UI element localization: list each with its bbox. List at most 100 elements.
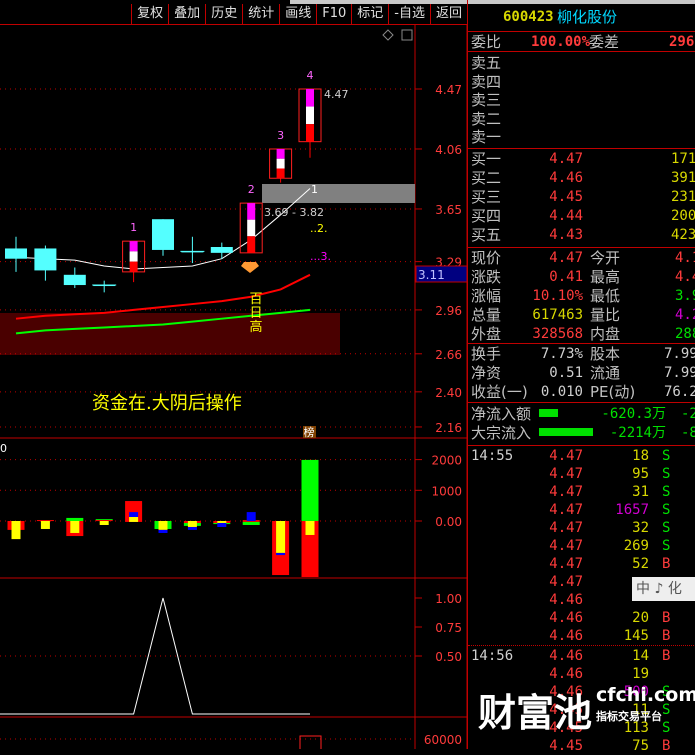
bid-price: 4.44	[549, 208, 583, 224]
mark-3: ...3.	[310, 250, 331, 263]
bid-volume: 423	[671, 227, 695, 243]
toolbar-button-4[interactable]: 画线	[279, 4, 316, 24]
flow-bar-segment	[187, 526, 197, 530]
tick-volume: 95	[632, 466, 649, 482]
flow-bar-segment	[158, 521, 168, 530]
candle[interactable]	[298, 88, 322, 158]
flow-bar-segment	[129, 512, 139, 518]
fund-label-2: PE(动)	[590, 383, 636, 401]
tick-volume: 145	[623, 628, 649, 644]
flow-bar	[183, 521, 201, 530]
bid-volume: 1710	[671, 151, 695, 167]
tick-volume: 14	[632, 648, 649, 664]
fund-label-2: 股本	[590, 345, 621, 363]
fund-value: 0.51	[549, 365, 583, 381]
flow-percent: -2%	[681, 406, 695, 422]
toolbar-button-6[interactable]: 标记	[351, 4, 388, 24]
candle[interactable]	[5, 236, 27, 272]
bid-price: 4.47	[549, 151, 583, 167]
watermark-slogan: 指标交易平台	[596, 710, 662, 723]
candle[interactable]	[34, 245, 57, 281]
headline-text: 资金在.大阴后操作	[92, 393, 242, 414]
weicha-label: 委差	[589, 33, 620, 51]
stat-value: 328568	[532, 326, 583, 342]
flow-bar	[272, 521, 290, 576]
candle[interactable]	[239, 202, 263, 254]
candle[interactable]	[92, 280, 117, 293]
flow-bar-segment	[217, 522, 227, 527]
stat-label: 涨幅	[471, 287, 502, 305]
bid-row: 买一 4.47 1710	[471, 150, 695, 168]
fund-row: 换手 7.73% 股本 7.99亿	[471, 345, 695, 363]
bid-row: 买二 4.46 391	[471, 169, 695, 187]
bid-price: 4.45	[549, 189, 583, 205]
stat-value: 4.47	[549, 250, 583, 266]
flow-bar	[301, 459, 319, 578]
toolbar-button-3[interactable]: 统计	[242, 4, 279, 24]
ask-label: 卖一	[471, 128, 502, 146]
quote-panel: 600423 柳化股份 委比 100.00% 委差 2961 卖五卖四卖三卖二卖…	[467, 0, 695, 754]
weibi-label: 委比	[471, 33, 502, 51]
mark-1: 1	[311, 183, 318, 196]
flow-bar-segment	[217, 521, 227, 523]
tick-price: 4.47	[549, 538, 583, 554]
bid-label: 买四	[471, 207, 502, 225]
tick-row: 4.46 19	[471, 665, 695, 683]
ime-toolbar[interactable]: 中 ♪ 化	[632, 577, 695, 601]
tick-volume: 19	[632, 666, 649, 682]
stat-value-2: 4.10	[675, 250, 695, 266]
toolbar-button-5[interactable]: F10	[316, 4, 351, 24]
fund-label: 净资	[471, 364, 502, 382]
tick-row: 4.47 52 B	[471, 555, 695, 573]
flow-value: -620.3万	[601, 406, 666, 422]
toolbar-button-7[interactable]: -自选	[388, 4, 430, 24]
tick-price: 4.47	[549, 466, 583, 482]
stat-row: 总量 617463 量比 4.24	[471, 306, 695, 324]
bid-row: 买五 4.43 423	[471, 226, 695, 244]
tick-volume: 52	[632, 556, 649, 572]
ask-row: 卖一	[471, 128, 695, 146]
fund-row: 净资 0.51 流通 7.99亿	[471, 364, 695, 382]
fund-value: 0.010	[540, 384, 583, 400]
fund-value: 7.73%	[540, 346, 583, 362]
panel-toggle-icon[interactable]	[401, 29, 413, 41]
toolbar-button-0[interactable]: 复权	[131, 4, 168, 24]
tick-price: 4.47	[549, 502, 583, 518]
flow-bar	[539, 409, 558, 417]
price-axis-label: 4.06	[435, 143, 462, 157]
weibi-value: 100.00%	[531, 34, 591, 50]
stat-label: 现价	[471, 249, 502, 267]
tick-volume: 20	[632, 610, 649, 626]
tick-row: 4.46 145 B	[471, 627, 695, 645]
wave-label: 4	[307, 69, 314, 82]
flow-bar-segment	[70, 521, 80, 533]
stat-row: 涨幅 10.10% 最低 3.99	[471, 287, 695, 305]
price-axis-label: 2.40	[435, 386, 462, 400]
candle[interactable]	[210, 242, 233, 259]
candle[interactable]	[63, 267, 86, 288]
diamond-icon[interactable]	[382, 29, 394, 41]
stat-label-2: 最低	[590, 287, 621, 305]
tick-row: 4.47 31 S	[471, 483, 695, 501]
tick-row: 4.45 75 B	[471, 737, 695, 755]
toolbar: 复权 叠加 历史 统计 画线 F10 标记 -自选 返回	[0, 4, 467, 25]
toolbar-button-2[interactable]: 历史	[205, 4, 242, 24]
candle[interactable]	[152, 219, 174, 256]
flow-bar	[66, 517, 84, 537]
range-label: 3.69 - 3.82	[264, 206, 324, 219]
stat-row: 外盘 328568 内盘 288895	[471, 325, 695, 343]
tick-side: S	[662, 538, 671, 554]
chart-area[interactable]: 4.474.063.653.292.962.662.402.163.111234…	[0, 25, 467, 749]
tick-price: 4.47	[549, 574, 583, 590]
tick-price: 4.47	[549, 556, 583, 572]
minute-separator	[468, 645, 695, 646]
candle[interactable]	[180, 236, 205, 264]
price-axis-label: 2.16	[435, 421, 462, 435]
tick-volume: 18	[632, 448, 649, 464]
stat-label: 外盘	[471, 325, 502, 343]
stat-value-2: 4.47	[675, 269, 695, 285]
toolbar-button-1[interactable]: 叠加	[168, 4, 205, 24]
candle[interactable]	[269, 148, 293, 183]
toolbar-button-8[interactable]: 返回	[429, 4, 467, 24]
flow-bar-segment	[129, 517, 139, 522]
